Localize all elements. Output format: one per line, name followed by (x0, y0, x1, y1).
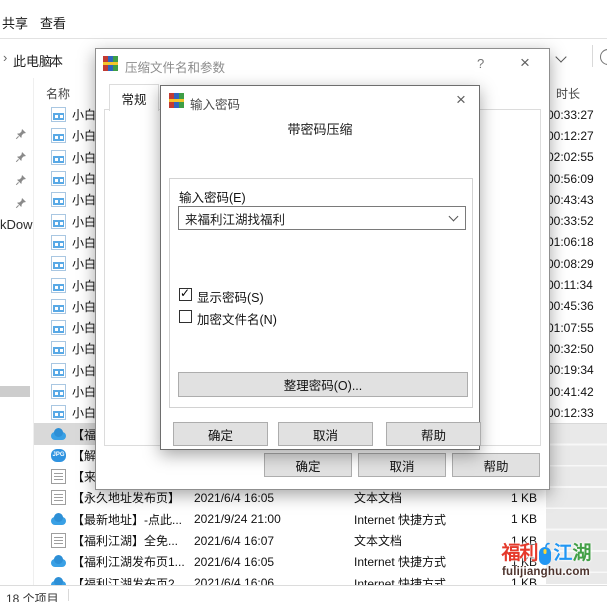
file-type: Internet 快捷方式 (354, 511, 484, 528)
file-row[interactable]: 【永久地址发布页】 2021/6/4 16:05 文本文档 1 KB (34, 487, 607, 508)
column-header-duration[interactable]: 时长 (556, 85, 580, 102)
refresh-icon[interactable] (600, 49, 607, 65)
archive-help-button[interactable]: 帮助 (452, 453, 540, 477)
watermark-domain: fulijianghu.com (490, 566, 602, 578)
close-icon[interactable]: × (456, 91, 466, 108)
file-type-icon (51, 469, 66, 484)
column-header-name[interactable]: 名称 (46, 85, 70, 102)
file-type-icon (51, 554, 66, 569)
show-password-checkbox[interactable] (179, 288, 192, 301)
password-input-label: 输入密码(E) (179, 187, 246, 206)
file-date: 2021/6/4 16:05 (194, 491, 354, 505)
file-date: 2021/6/4 16:07 (194, 534, 354, 548)
file-type: 文本文档 (354, 489, 484, 506)
video-file-icon (51, 171, 66, 186)
mouse-icon (538, 542, 552, 566)
file-type-icon (51, 427, 66, 442)
file-name: 【最新地址】-点此... (66, 511, 194, 528)
video-file-icon (51, 405, 66, 420)
status-bar: 18 个项目 (0, 585, 607, 602)
ribbon-tab-share[interactable]: 共享 (2, 13, 28, 32)
file-name: 【福利江湖】全免... (66, 532, 194, 549)
close-icon[interactable]: × (520, 54, 530, 71)
organize-passwords-button[interactable]: 整理密码(O)... (178, 372, 468, 397)
archive-cancel-button[interactable]: 取消 (358, 453, 446, 477)
pin-icon (15, 151, 27, 163)
video-file-icon (51, 256, 66, 271)
video-file-icon (51, 128, 66, 143)
file-size: 1 KB (484, 491, 537, 505)
help-icon[interactable]: ? (477, 56, 484, 71)
file-type: Internet 快捷方式 (354, 553, 484, 570)
password-cancel-button[interactable]: 取消 (278, 422, 373, 446)
password-input[interactable]: 来福利江湖找福利 (178, 206, 466, 230)
breadcrumb-chevron: › (3, 50, 7, 65)
video-file-icon (51, 150, 66, 165)
video-file-icon (51, 107, 66, 122)
video-file-icon (51, 278, 66, 293)
video-file-icon (51, 192, 66, 207)
video-file-icon (51, 341, 66, 356)
file-type-icon (51, 490, 66, 505)
winrar-icon (169, 93, 184, 108)
watermark-brand-jiang: 江 (553, 543, 571, 565)
file-type-icon (51, 448, 66, 463)
ribbon-tab-view[interactable]: 查看 (40, 13, 66, 32)
tab-general[interactable]: 常规 (109, 84, 159, 111)
file-type: 文本文档 (354, 532, 484, 549)
file-size: 1 KB (484, 512, 537, 526)
file-type-icon (51, 512, 66, 527)
nav-folder-label[interactable]: kDow (0, 217, 33, 232)
watermark-brand-left: 福利 (501, 543, 537, 565)
address-separator (592, 45, 593, 67)
winrar-icon (103, 56, 118, 71)
explorer-window: 共享 查看 › 此电脑 › 本 kDow 名称 时长 小白 (0, 0, 607, 602)
video-file-icon (51, 320, 66, 335)
video-file-icon (51, 235, 66, 250)
video-file-icon (51, 299, 66, 314)
address-dropdown-icon[interactable] (556, 53, 566, 63)
breadcrumb-chevron: › (42, 50, 46, 65)
pin-icon (15, 197, 27, 209)
archive-ok-button[interactable]: 确定 (264, 453, 352, 477)
password-ok-button[interactable]: 确定 (173, 422, 268, 446)
video-file-icon (51, 214, 66, 229)
encrypt-names-checkbox[interactable] (179, 310, 192, 323)
items-count: 18 个项目 (6, 590, 59, 602)
ribbon-tabs: 共享 查看 (0, 0, 607, 39)
file-date: 2021/9/24 21:00 (194, 512, 354, 526)
pin-icon (15, 128, 27, 140)
video-file-icon (51, 384, 66, 399)
pin-icon (15, 174, 27, 186)
breadcrumb-local-disk[interactable]: 本 (50, 51, 63, 70)
password-help-button[interactable]: 帮助 (386, 422, 481, 446)
password-heading: 带密码压缩 (161, 119, 479, 138)
file-type-icon (51, 533, 66, 548)
watermark-brand-hu: 湖 (573, 543, 591, 565)
file-name: 【福利江湖发布页1... (66, 553, 194, 570)
site-watermark: 福利 江湖 fulijianghu.com (490, 542, 602, 578)
nav-horizontal-scrollbar[interactable] (0, 386, 30, 397)
file-row[interactable]: 【最新地址】-点此... 2021/9/24 21:00 Internet 快捷… (34, 509, 607, 530)
video-file-icon (51, 363, 66, 378)
password-dialog: 输入密码 × 带密码压缩 输入密码(E) 来福利江湖找福利 显示密码(S) 加密… (160, 85, 480, 450)
password-dialog-title: 输入密码 (190, 94, 240, 113)
file-name: 【永久地址发布页】 (66, 489, 194, 506)
file-date: 2021/6/4 16:05 (194, 555, 354, 569)
archive-dialog-title: 压缩文件名和参数 (125, 57, 225, 76)
show-password-label: 显示密码(S) (197, 287, 264, 306)
encrypt-names-label: 加密文件名(N) (197, 309, 277, 328)
